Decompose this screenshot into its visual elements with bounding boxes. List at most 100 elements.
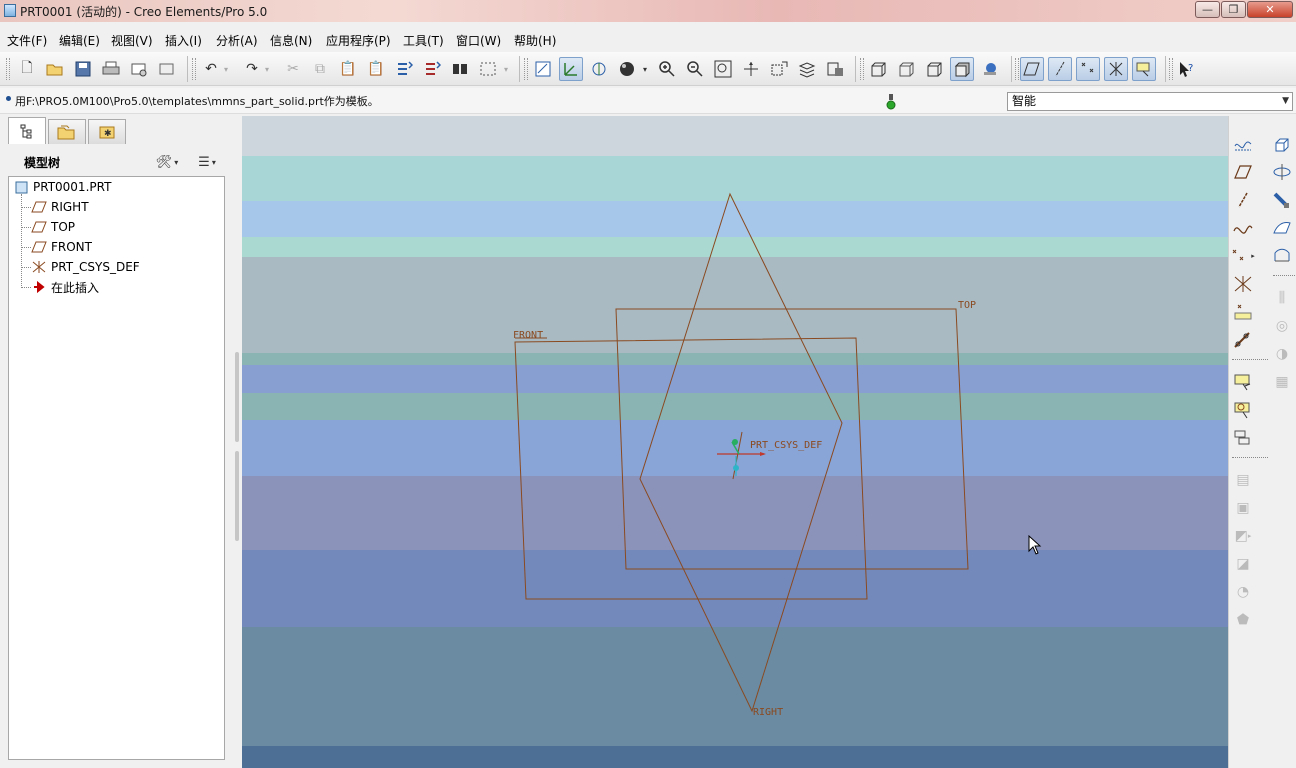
folder-browser-tab[interactable] xyxy=(48,119,86,144)
shading-icon[interactable] xyxy=(950,57,974,81)
sketch-icon[interactable] xyxy=(1230,132,1256,156)
send-mail-alt-icon[interactable] xyxy=(155,57,179,81)
cut-icon[interactable]: ✂ xyxy=(281,57,305,81)
note-icon[interactable] xyxy=(1230,370,1256,394)
find-icon[interactable] xyxy=(448,57,472,81)
right-datum-plane[interactable] xyxy=(639,192,843,713)
toolbar-grip[interactable] xyxy=(1169,58,1173,80)
blend-icon[interactable] xyxy=(1269,216,1295,240)
sketched-feature-icon[interactable] xyxy=(1230,426,1256,450)
graphics-window[interactable]: TOP FRONT RIGHT PRT_CSYS_DEF xyxy=(242,116,1228,768)
select-dropdown-icon[interactable]: ▾ xyxy=(500,57,512,81)
no-hidden-icon[interactable] xyxy=(922,57,946,81)
mirror-icon[interactable]: ⫼ xyxy=(1269,286,1295,310)
selection-filter[interactable]: 智能 ▼ xyxy=(1007,92,1293,111)
rib-icon[interactable]: ◩ ▸ xyxy=(1230,524,1256,548)
tree-settings-button[interactable]: 🛠 ▾ xyxy=(152,151,182,173)
menu-file[interactable]: 文件(F) xyxy=(7,32,47,49)
wireframe-icon[interactable] xyxy=(866,57,890,81)
tree-show-button[interactable]: ☰ ▾ xyxy=(192,151,222,173)
menu-edit[interactable]: 编辑(E) xyxy=(59,32,100,49)
coord-sys-tool-icon[interactable] xyxy=(1230,272,1256,296)
menu-info[interactable]: 信息(N) xyxy=(270,32,312,49)
saved-views-icon[interactable] xyxy=(767,57,791,81)
datum-point-icon[interactable]: ▸ xyxy=(1230,244,1256,268)
trim-icon[interactable]: ◑ xyxy=(1269,342,1295,366)
appearance-icon[interactable] xyxy=(615,57,639,81)
toolbar-grip[interactable] xyxy=(524,58,528,80)
datum-plane-tool-icon[interactable] xyxy=(1230,160,1256,184)
tree-root[interactable]: PRT0001.PRT xyxy=(13,178,111,196)
toolbar-grip[interactable] xyxy=(192,58,196,80)
datum-axis-tool-icon[interactable] xyxy=(1230,188,1256,212)
draft-icon[interactable]: ◪ xyxy=(1230,552,1256,576)
splitter-handle[interactable] xyxy=(235,352,239,442)
sweep-icon[interactable] xyxy=(1269,188,1295,212)
insert-shared-data-icon[interactable] xyxy=(1230,328,1256,352)
boundary-icon[interactable] xyxy=(1269,244,1295,268)
hole-icon[interactable]: ▤ xyxy=(1230,468,1256,492)
datum-curve-icon[interactable] xyxy=(1230,216,1256,240)
datum-axes-icon[interactable] xyxy=(1048,57,1072,81)
send-mail-icon[interactable] xyxy=(127,57,151,81)
paste-special-icon[interactable]: 📋 xyxy=(364,57,388,81)
paste-icon[interactable]: 📋 xyxy=(336,57,360,81)
menu-view[interactable]: 视图(V) xyxy=(111,32,153,49)
refit-icon[interactable] xyxy=(711,57,735,81)
tree-item-top[interactable]: TOP xyxy=(31,218,75,236)
menu-tools[interactable]: 工具(T) xyxy=(403,32,444,49)
select-box-icon[interactable] xyxy=(476,57,500,81)
undo-dropdown-icon[interactable]: ▾ xyxy=(220,57,232,81)
datum-points-icon[interactable] xyxy=(1076,57,1100,81)
menu-window[interactable]: 窗口(W) xyxy=(456,32,501,49)
menu-applications[interactable]: 应用程序(P) xyxy=(326,32,391,49)
tree-item-insert-here[interactable]: 在此插入 xyxy=(31,278,99,296)
layers-icon[interactable] xyxy=(795,57,819,81)
print-icon[interactable] xyxy=(99,57,123,81)
redo-dropdown-icon[interactable]: ▾ xyxy=(261,57,273,81)
save-icon[interactable] xyxy=(71,57,95,81)
copy-icon[interactable]: ⧉ xyxy=(308,57,332,81)
annotation-icon[interactable] xyxy=(1132,57,1156,81)
tree-item-right[interactable]: RIGHT xyxy=(31,198,89,216)
menu-insert[interactable]: 插入(I) xyxy=(165,32,202,49)
extrude-icon[interactable] xyxy=(1269,132,1295,156)
top-datum-plane[interactable] xyxy=(615,308,969,570)
zoom-in-icon[interactable] xyxy=(655,57,679,81)
panel-splitter[interactable] xyxy=(233,346,240,766)
model-tree-tab[interactable] xyxy=(8,117,46,144)
zoom-out-icon[interactable] xyxy=(683,57,707,81)
front-datum-plane[interactable] xyxy=(514,337,868,600)
repaint-icon[interactable] xyxy=(531,57,555,81)
whats-this-icon[interactable]: ? xyxy=(1174,57,1198,81)
orient-icon[interactable] xyxy=(587,57,611,81)
model-display-icon[interactable] xyxy=(978,57,1002,81)
tree-item-front[interactable]: FRONT xyxy=(31,238,92,256)
regenerate-icon[interactable] xyxy=(392,57,416,81)
pattern-icon[interactable]: ▦ xyxy=(1269,370,1295,394)
menu-analysis[interactable]: 分析(A) xyxy=(216,32,258,49)
hidden-line-icon[interactable] xyxy=(894,57,918,81)
revolve-icon[interactable] xyxy=(1269,160,1295,184)
favorites-tab[interactable]: ✱ xyxy=(88,119,126,144)
new-file-icon[interactable]: 🗋 xyxy=(15,57,39,81)
view-manager-icon[interactable] xyxy=(823,57,847,81)
coord-sys-icon[interactable] xyxy=(1104,57,1128,81)
open-file-icon[interactable] xyxy=(43,57,67,81)
splitter-handle[interactable] xyxy=(235,451,239,541)
toolbar-grip[interactable] xyxy=(6,58,10,80)
reorient-icon[interactable] xyxy=(739,57,763,81)
menu-help[interactable]: 帮助(H) xyxy=(514,32,556,49)
close-button[interactable]: ✕ xyxy=(1247,1,1293,18)
merge-icon[interactable]: ◎ xyxy=(1269,314,1295,338)
tree-item-csys[interactable]: PRT_CSYS_DEF xyxy=(31,258,140,276)
datum-planes-icon[interactable] xyxy=(1020,57,1044,81)
minimize-button[interactable]: — xyxy=(1195,1,1220,18)
toolbar-grip[interactable] xyxy=(860,58,864,80)
chamfer-icon[interactable]: ⬟ xyxy=(1230,608,1256,632)
regen-manager-icon[interactable] xyxy=(420,57,444,81)
appearance-dropdown-icon[interactable]: ▾ xyxy=(639,57,651,81)
status-light-icon[interactable] xyxy=(886,94,896,110)
round-icon[interactable]: ◔ xyxy=(1230,580,1256,604)
restore-button[interactable]: ❐ xyxy=(1221,1,1246,18)
